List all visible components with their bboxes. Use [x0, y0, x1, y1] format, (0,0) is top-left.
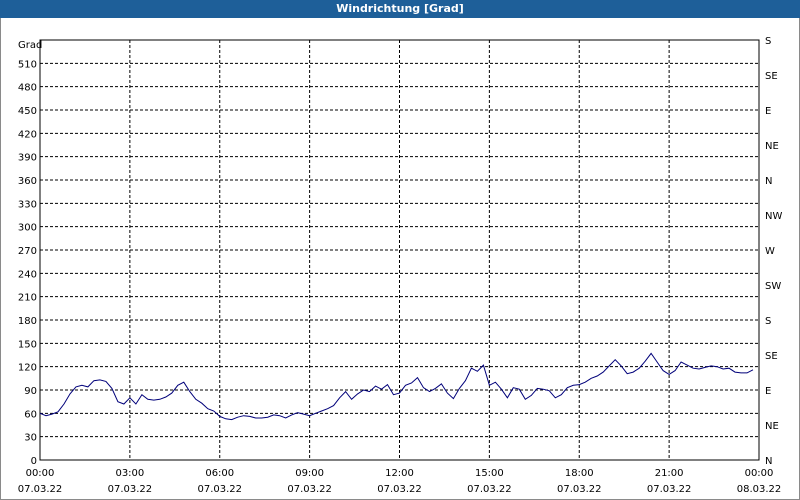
x-tick-time: 00:00	[745, 468, 774, 479]
right-tick-label: S	[765, 316, 771, 327]
x-tick-time: 21:00	[655, 468, 684, 479]
y-tick-label: 450	[18, 106, 37, 117]
x-tick-time: 15:00	[475, 468, 504, 479]
y-tick-label: 270	[18, 246, 37, 257]
x-tick-time: 00:00	[26, 468, 55, 479]
right-tick-label: S	[765, 36, 771, 47]
x-tick-time: 12:00	[385, 468, 414, 479]
grid-lines	[40, 40, 759, 460]
y-tick-label: 510	[18, 59, 37, 70]
y-tick-label: 90	[24, 386, 37, 397]
x-tick-date: 07.03.22	[18, 484, 63, 495]
y-tick-label: 300	[18, 223, 37, 234]
wind-direction-chart: Grad 0 30 60 90 120 150 180 210 240 270 300 330 360 3…	[18, 36, 783, 495]
x-axis-ticks: 00:00 07.03.22 03:00 07.03.22 06:00 07.03.22 0…	[18, 468, 782, 495]
x-tick-time: 03:00	[115, 468, 144, 479]
y-tick-label: 420	[18, 129, 37, 140]
right-axis-ticks: N NE E SE S SW W NW N NE E SE S	[765, 36, 782, 467]
y-tick-label: 240	[18, 269, 37, 280]
x-tick-time: 18:00	[565, 468, 594, 479]
y-axis-ticks: 0 30 60 90 120 150 180 210 240 270 300 330 360 390 420…	[18, 59, 37, 467]
series-line-wind-direction	[39, 352, 754, 421]
y-tick-label: 120	[18, 363, 37, 374]
right-tick-label: N	[765, 176, 772, 187]
y-tick-label: 390	[18, 153, 37, 164]
x-tick-date: 07.03.22	[557, 484, 602, 495]
right-tick-label: E	[765, 106, 771, 117]
y-tick-label: 0	[31, 456, 37, 467]
y-tick-label: 60	[24, 409, 37, 420]
y-tick-label: 360	[18, 176, 37, 187]
y-tick-label: 30	[24, 433, 37, 444]
x-tick-date: 07.03.22	[467, 484, 512, 495]
x-tick-date: 07.03.22	[287, 484, 332, 495]
y-tick-label: 330	[18, 199, 37, 210]
x-tick-date: 07.03.22	[108, 484, 153, 495]
right-tick-label: NW	[765, 211, 782, 222]
y-tick-label: 150	[18, 339, 37, 350]
right-tick-label: NE	[765, 421, 779, 432]
right-tick-label: E	[765, 386, 771, 397]
x-tick-date: 08.03.22	[737, 484, 782, 495]
x-tick-date: 07.03.22	[197, 484, 242, 495]
right-tick-label: N	[765, 456, 772, 467]
right-tick-label: SW	[765, 281, 781, 292]
y-tick-label: 480	[18, 83, 37, 94]
x-tick-date: 07.03.22	[647, 484, 692, 495]
y-axis-label: Grad	[18, 40, 42, 51]
y-tick-label: 210	[18, 293, 37, 304]
y-tick-label: 180	[18, 316, 37, 327]
right-tick-label: W	[765, 246, 775, 257]
right-tick-label: SE	[765, 351, 778, 362]
right-tick-label: SE	[765, 71, 778, 82]
right-tick-label: NE	[765, 141, 779, 152]
x-tick-time: 09:00	[295, 468, 324, 479]
x-tick-date: 07.03.22	[377, 484, 422, 495]
x-tick-time: 06:00	[205, 468, 234, 479]
